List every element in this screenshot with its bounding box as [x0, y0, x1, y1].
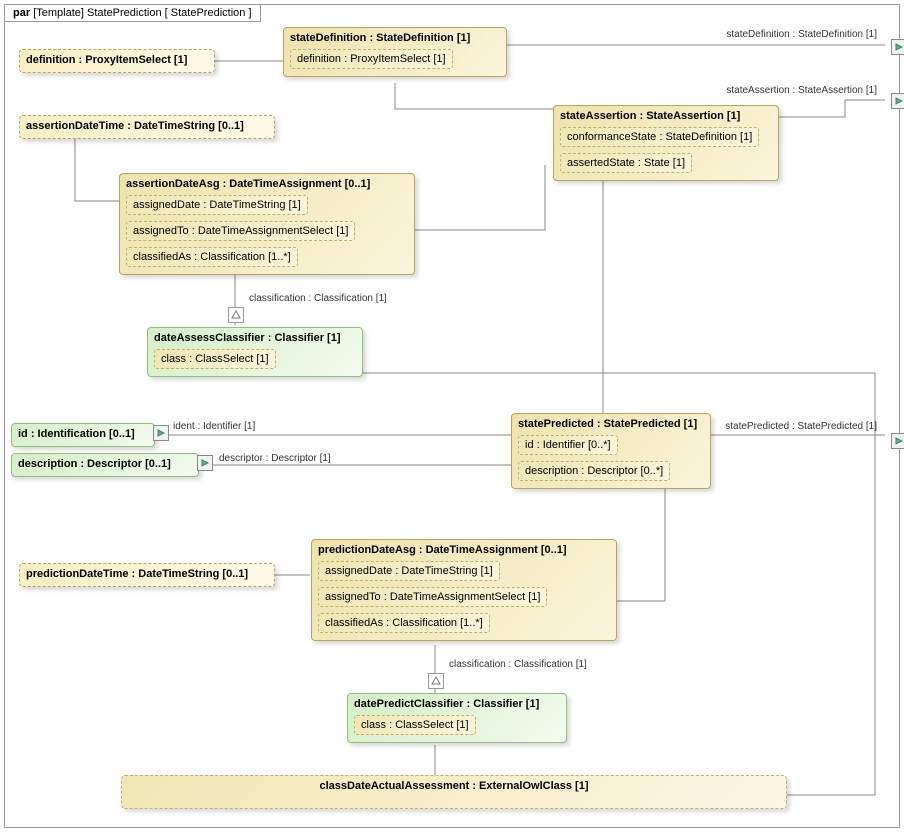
block-title: description : Descriptor [0..1]: [18, 458, 192, 470]
inner-label: description : Descriptor [0..*]: [525, 465, 663, 477]
block-statepredicted[interactable]: statePredicted : StatePredicted [1] id :…: [511, 413, 711, 489]
inner-label: assignedTo : DateTimeAssignmentSelect [1…: [325, 591, 540, 603]
block-title: statePredicted : StatePredicted [1]: [518, 418, 704, 430]
frame-header: par [Template] StatePrediction [ StatePr…: [5, 5, 261, 22]
inner-class[interactable]: class : ClassSelect [1]: [154, 349, 276, 369]
block-stateassertion[interactable]: stateAssertion : StateAssertion [1] conf…: [553, 105, 779, 181]
port-label-statepredicted: statePredicted : StatePredicted [1]: [725, 421, 877, 432]
block-title: predictionDateTime : DateTimeString [0..…: [26, 568, 268, 580]
inner-label: assignedDate : DateTimeString [1]: [325, 565, 493, 577]
arrow-up-icon: [228, 307, 244, 323]
inner-label: conformanceState : StateDefinition [1]: [567, 131, 752, 143]
block-title: definition : ProxyItemSelect [1]: [26, 54, 208, 66]
block-datepredictclassifier[interactable]: datePredictClassifier : Classifier [1] c…: [347, 693, 567, 743]
block-title: assertionDateTime : DateTimeString [0..1…: [26, 120, 268, 132]
port-desc-out[interactable]: [197, 455, 213, 471]
inner-assignedto[interactable]: assignedTo : DateTimeAssignmentSelect [1…: [318, 587, 547, 607]
block-assertiondateasg[interactable]: assertionDateAsg : DateTimeAssignment [0…: [119, 173, 415, 275]
block-predictiondatetime[interactable]: predictionDateTime : DateTimeString [0..…: [19, 563, 275, 587]
inner-label: classifiedAs : Classification [1..*]: [133, 251, 291, 263]
block-title: dateAssessClassifier : Classifier [1]: [154, 332, 356, 344]
label-ident: ident : Identifier [1]: [173, 421, 255, 432]
block-classdateactualassessment[interactable]: classDateActualAssessment : ExternalOwlC…: [121, 775, 787, 809]
frame-name: StatePrediction: [87, 7, 162, 19]
inner-label: classifiedAs : Classification [1..*]: [325, 617, 483, 629]
inner-label: id : Identifier [0..*]: [525, 439, 611, 451]
block-description[interactable]: description : Descriptor [0..1]: [11, 453, 199, 477]
arrow-up-icon: [428, 673, 444, 689]
inner-conformancestate[interactable]: conformanceState : StateDefinition [1]: [560, 127, 759, 147]
inner-label: class : ClassSelect [1]: [361, 719, 469, 731]
block-title: stateDefinition : StateDefinition [1]: [290, 32, 500, 44]
inner-label: definition : ProxyItemSelect [1]: [297, 53, 446, 65]
inner-definition[interactable]: definition : ProxyItemSelect [1]: [290, 49, 453, 69]
inner-label: assignedDate : DateTimeString [1]: [133, 199, 301, 211]
label-descriptor: descriptor : Descriptor [1]: [219, 453, 331, 464]
block-assertiondatetime[interactable]: assertionDateTime : DateTimeString [0..1…: [19, 115, 275, 139]
block-title: assertionDateAsg : DateTimeAssignment [0…: [126, 178, 408, 190]
block-title: predictionDateAsg : DateTimeAssignment […: [318, 544, 610, 556]
block-title: stateAssertion : StateAssertion [1]: [560, 110, 772, 122]
inner-assertedstate[interactable]: assertedState : State [1]: [560, 153, 692, 173]
frame-bracket: [ StatePrediction ]: [165, 7, 252, 19]
inner-classifiedas[interactable]: classifiedAs : Classification [1..*]: [126, 247, 298, 267]
label-classification1: classification : Classification [1]: [249, 293, 387, 304]
block-dateassessclassifier[interactable]: dateAssessClassifier : Classifier [1] cl…: [147, 327, 363, 377]
frame-kind: par: [13, 7, 30, 19]
block-definition[interactable]: definition : ProxyItemSelect [1]: [19, 49, 215, 73]
inner-classifiedas[interactable]: classifiedAs : Classification [1..*]: [318, 613, 490, 633]
block-title: datePredictClassifier : Classifier [1]: [354, 698, 560, 710]
inner-label: assignedTo : DateTimeAssignmentSelect [1…: [133, 225, 348, 237]
inner-description[interactable]: description : Descriptor [0..*]: [518, 461, 670, 481]
port-statedefinition[interactable]: [891, 39, 904, 55]
diagram-frame: par [Template] StatePrediction [ StatePr…: [4, 4, 900, 828]
port-label-statedefinition: stateDefinition : StateDefinition [1]: [726, 29, 877, 40]
inner-label: class : ClassSelect [1]: [161, 353, 269, 365]
port-statepredicted[interactable]: [891, 433, 904, 449]
inner-label: assertedState : State [1]: [567, 157, 685, 169]
port-id-out[interactable]: [153, 425, 169, 441]
inner-assigneddate[interactable]: assignedDate : DateTimeString [1]: [126, 195, 308, 215]
inner-assignedto[interactable]: assignedTo : DateTimeAssignmentSelect [1…: [126, 221, 355, 241]
block-statedefinition[interactable]: stateDefinition : StateDefinition [1] de…: [283, 27, 507, 77]
block-id[interactable]: id : Identification [0..1]: [11, 423, 155, 447]
block-predictiondateasg[interactable]: predictionDateAsg : DateTimeAssignment […: [311, 539, 617, 641]
port-label-stateassertion: stateAssertion : StateAssertion [1]: [726, 85, 877, 96]
block-title: classDateActualAssessment : ExternalOwlC…: [319, 780, 588, 792]
frame-template: [Template]: [33, 7, 84, 19]
inner-class[interactable]: class : ClassSelect [1]: [354, 715, 476, 735]
label-classification2: classification : Classification [1]: [449, 659, 587, 670]
port-stateassertion[interactable]: [891, 93, 904, 109]
inner-id[interactable]: id : Identifier [0..*]: [518, 435, 618, 455]
block-title: id : Identification [0..1]: [18, 428, 148, 440]
inner-assigneddate[interactable]: assignedDate : DateTimeString [1]: [318, 561, 500, 581]
